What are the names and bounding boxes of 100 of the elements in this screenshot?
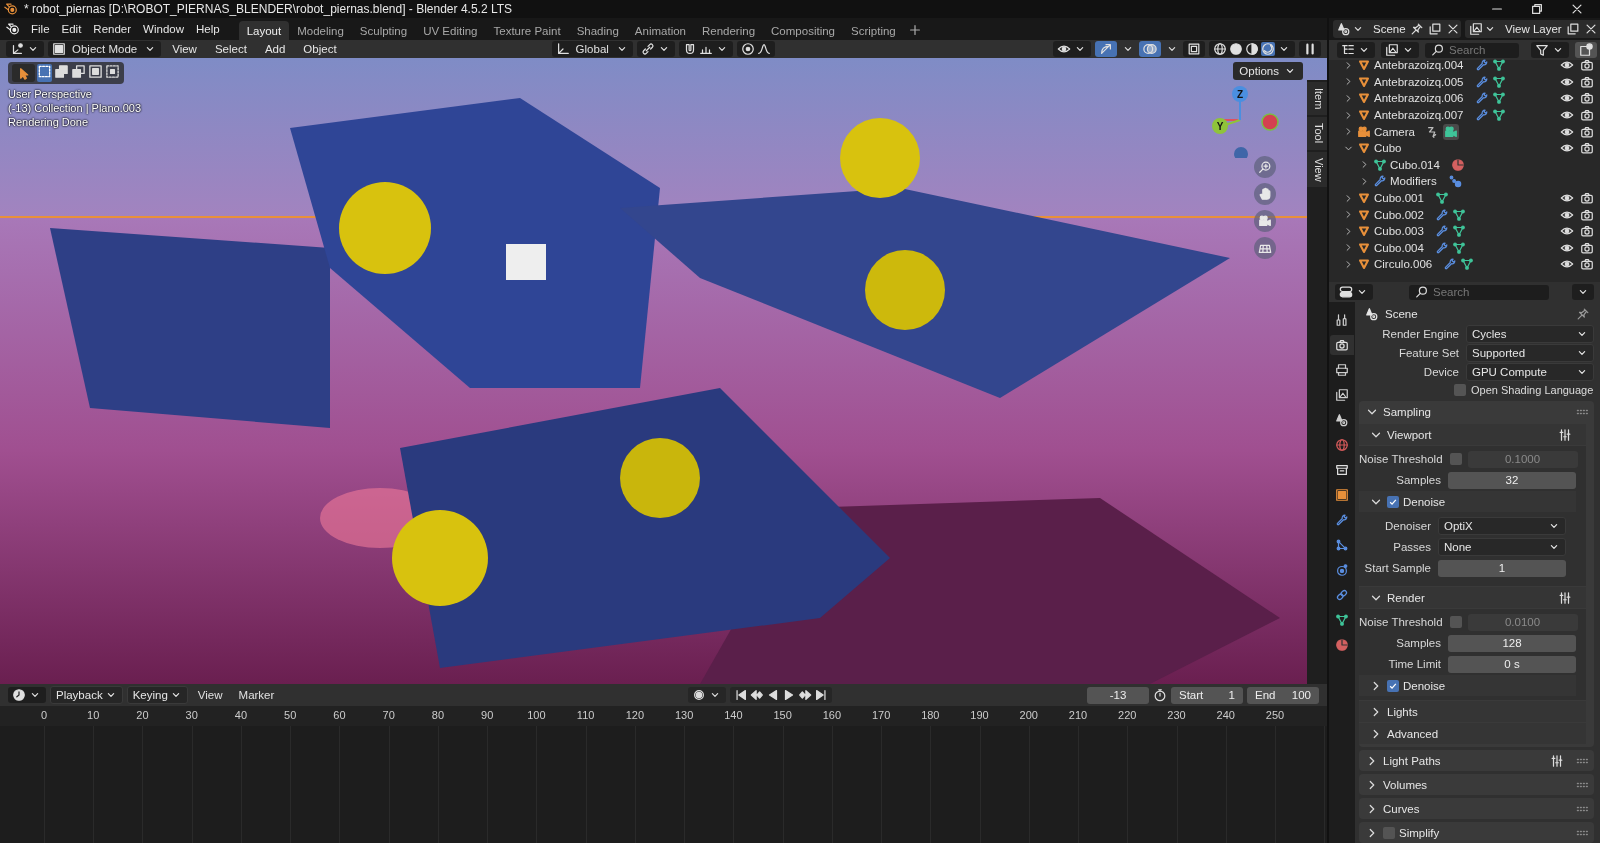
rendered-icon[interactable] — [1261, 42, 1275, 56]
square-icon[interactable] — [1187, 42, 1201, 56]
checkbox[interactable] — [1387, 679, 1399, 692]
tree-icon[interactable] — [1341, 43, 1355, 57]
wrench-icon[interactable] — [1474, 58, 1489, 73]
camera-icon[interactable] — [1580, 191, 1594, 206]
outliner-item[interactable]: Antebrazoizq.005 — [1374, 75, 1464, 88]
frame-field[interactable]: -13 — [1087, 686, 1149, 704]
subpanel-header[interactable]: Viewport — [1359, 424, 1586, 445]
dropdown[interactable]: None — [1438, 538, 1566, 556]
menu-item[interactable]: Window — [138, 21, 189, 37]
outliner-item[interactable]: Modifiers — [1390, 175, 1437, 188]
subpanel-header[interactable]: Denoise — [1359, 675, 1576, 696]
workspace-tab[interactable]: Compositing — [763, 21, 843, 40]
menu-item[interactable]: Object — [296, 43, 344, 55]
mesh-icon[interactable] — [1451, 207, 1466, 222]
outliner-item[interactable]: Cubo.002 — [1374, 208, 1424, 221]
outliner-item[interactable]: Cubo.004 — [1374, 241, 1424, 254]
half-sphere-icon[interactable] — [1245, 42, 1259, 56]
close-icon[interactable] — [1570, 2, 1584, 16]
workspace-tab[interactable]: Rendering — [694, 21, 764, 40]
workspace-tab[interactable]: Shading — [568, 21, 627, 40]
axes-icon[interactable] — [10, 42, 24, 56]
dropdown[interactable]: Cycles — [1466, 325, 1594, 344]
sidebar-tab[interactable]: Tool — [1307, 117, 1327, 150]
solid-icon[interactable] — [1229, 42, 1243, 56]
mesh-icon[interactable] — [1491, 58, 1506, 73]
menu-item[interactable]: Marker — [232, 688, 281, 702]
pin-icon[interactable] — [1409, 22, 1424, 36]
record-icon[interactable] — [692, 688, 707, 702]
number-field[interactable]: 128 — [1448, 634, 1576, 652]
outliner-item[interactable]: Antebrazoizq.007 — [1374, 109, 1464, 122]
subpanel-header[interactable]: Denoise — [1359, 491, 1576, 512]
stopwatch-icon[interactable] — [1153, 688, 1167, 702]
menu-item[interactable]: Select — [207, 43, 254, 55]
sliders-icon[interactable] — [1558, 427, 1572, 442]
toggles-icon[interactable] — [1339, 285, 1353, 299]
sidebar-tab[interactable]: View — [1307, 151, 1327, 188]
menu-item[interactable]: Add — [257, 43, 293, 55]
select-subtract-icon[interactable] — [71, 64, 86, 79]
mode-dropdown[interactable]: Object Mode — [48, 41, 162, 57]
outliner-item[interactable]: Circulo.006 — [1374, 258, 1433, 271]
outliner-item[interactable]: Cubo.003 — [1374, 225, 1424, 238]
panel-header[interactable]: Simplify — [1359, 822, 1594, 843]
wrench-icon[interactable] — [1443, 257, 1458, 272]
workspace-tab[interactable]: Texture Paint — [485, 21, 569, 40]
next-keyframe-icon[interactable] — [798, 688, 813, 702]
options-button[interactable]: Options — [1233, 62, 1303, 80]
search-field[interactable]: Search — [1409, 284, 1549, 300]
subpanel-header[interactable]: Render — [1359, 587, 1586, 608]
camera-icon[interactable] — [1580, 124, 1594, 139]
orientation-dropdown[interactable]: Global — [551, 41, 633, 57]
select-intersect-icon[interactable] — [105, 64, 120, 79]
wrench-icon[interactable] — [1434, 240, 1449, 255]
workspace-tab[interactable]: Sculpting — [351, 21, 416, 40]
checkbox[interactable] — [1449, 616, 1462, 628]
mesh-icon[interactable] — [1491, 91, 1506, 106]
outliner-item[interactable]: Cubo — [1374, 142, 1402, 155]
camera-view-button[interactable] — [1254, 210, 1276, 232]
start-frame-field[interactable]: Start 1 — [1171, 686, 1243, 704]
app-logo-icon[interactable] — [6, 22, 20, 36]
mesh-icon[interactable] — [1491, 74, 1506, 89]
link-icon[interactable] — [640, 42, 655, 56]
checkbox[interactable] — [1383, 826, 1395, 839]
select-extend-icon[interactable] — [54, 64, 69, 79]
overlay-icon[interactable] — [1143, 42, 1157, 56]
sliders-icon[interactable] — [1550, 753, 1564, 768]
pause-icon[interactable] — [1303, 42, 1317, 56]
number-field[interactable]: 32 — [1448, 471, 1576, 489]
properties-tab[interactable] — [1330, 335, 1354, 355]
restore-icon[interactable] — [1530, 2, 1544, 16]
mesh-icon[interactable] — [1460, 257, 1475, 272]
mesh-icon[interactable] — [1434, 191, 1449, 206]
camera-icon[interactable] — [1580, 91, 1594, 106]
workspace-tab[interactable]: UV Editing — [415, 21, 486, 40]
outliner-item[interactable]: Cubo.001 — [1374, 192, 1424, 205]
camera-icon[interactable] — [1580, 58, 1594, 73]
wrench-icon[interactable] — [1434, 224, 1449, 239]
copy-icon[interactable] — [1427, 22, 1442, 36]
search-field[interactable]: Search — [1425, 42, 1519, 58]
camera-icon[interactable] — [1580, 141, 1594, 156]
cone-sphere-icon[interactable] — [1337, 22, 1351, 36]
camera-icon[interactable] — [1580, 207, 1594, 222]
menu-item[interactable]: View — [165, 43, 204, 55]
menu-item[interactable]: Help — [191, 21, 225, 37]
end-frame-field[interactable]: End 100 — [1247, 686, 1319, 704]
mesh-icon[interactable] — [1491, 108, 1506, 123]
select-invert-icon[interactable] — [88, 64, 103, 79]
workspace-tab[interactable]: Animation — [626, 21, 694, 40]
wrench-icon[interactable] — [1474, 108, 1489, 123]
filter-icon[interactable] — [1535, 43, 1549, 57]
copy-icon[interactable] — [1565, 22, 1580, 36]
outliner-item[interactable]: Antebrazoizq.006 — [1374, 92, 1464, 105]
camera-icon[interactable] — [1580, 257, 1594, 272]
menu-item[interactable]: File — [26, 21, 55, 37]
panel-header[interactable]: Curves — [1359, 798, 1594, 819]
dropdown[interactable]: GPU Compute — [1466, 363, 1594, 382]
menu-item[interactable]: Keying — [126, 686, 188, 704]
workspace-tab[interactable]: Scripting — [843, 21, 904, 40]
menu-item[interactable]: Render — [88, 21, 137, 37]
